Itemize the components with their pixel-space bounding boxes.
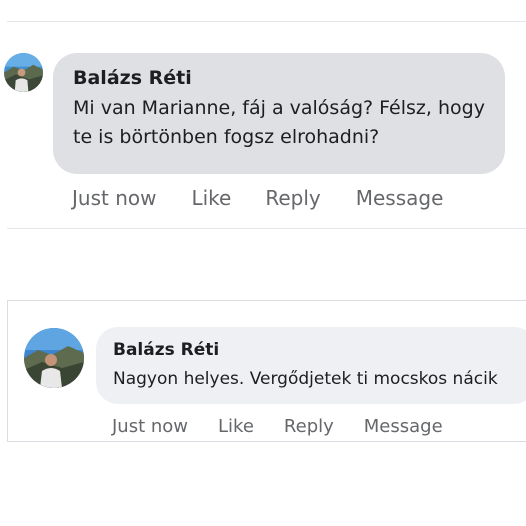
divider-middle: [7, 228, 526, 229]
message-button[interactable]: Message: [364, 416, 443, 437]
avatar-photo: [24, 328, 84, 388]
comment-actions: Just now Like Reply Message: [72, 186, 443, 210]
like-button[interactable]: Like: [191, 186, 231, 210]
like-button[interactable]: Like: [218, 416, 254, 437]
comment-bubble: Balázs Réti Mi van Marianne, fáj a valós…: [53, 53, 505, 174]
avatar[interactable]: [24, 328, 84, 388]
reply-button[interactable]: Reply: [284, 416, 334, 437]
comment-author[interactable]: Balázs Réti: [113, 339, 526, 361]
avatar[interactable]: [4, 53, 43, 92]
message-button[interactable]: Message: [356, 186, 444, 210]
avatar-photo: [4, 53, 43, 92]
comment-timestamp[interactable]: Just now: [112, 416, 188, 437]
comment-timestamp[interactable]: Just now: [72, 186, 156, 210]
comment-bubble: Balázs Réti Nagyon helyes. Vergődjetek t…: [96, 327, 526, 404]
comment-actions: Just now Like Reply Message: [112, 416, 443, 437]
comment-text: Nagyon helyes. Vergődjetek ti mocskos ná…: [113, 369, 498, 389]
reply-button[interactable]: Reply: [265, 186, 320, 210]
divider-top: [7, 21, 526, 22]
comment-author[interactable]: Balázs Réti: [73, 65, 487, 91]
comment-text: Mi van Marianne, fáj a valóság? Félsz, h…: [73, 97, 485, 148]
